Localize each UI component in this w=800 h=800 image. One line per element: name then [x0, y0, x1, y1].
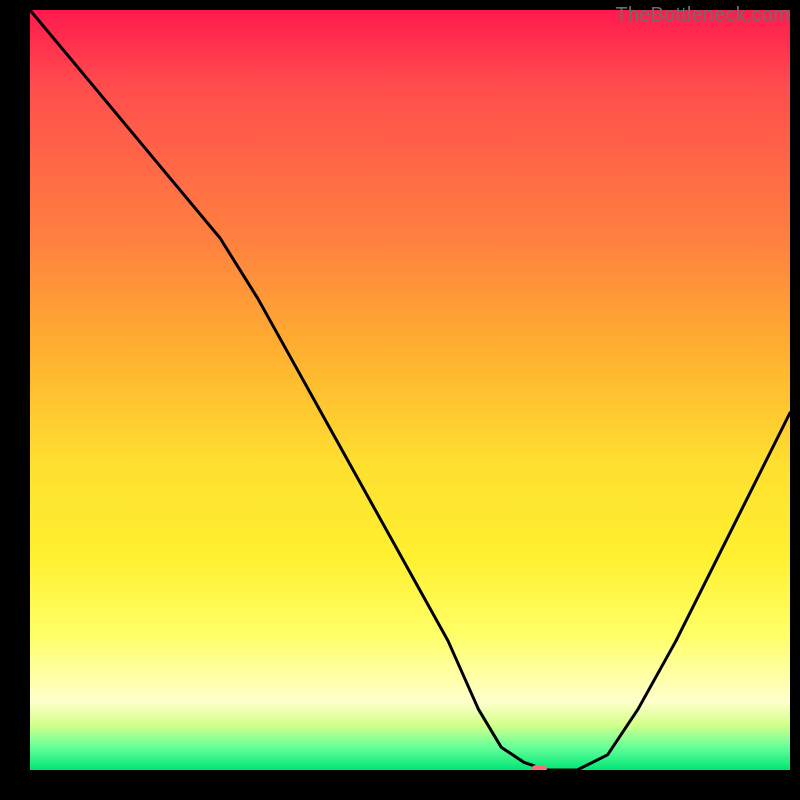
plot-area: [30, 10, 790, 770]
optimal-marker: [531, 765, 547, 770]
chart-frame: TheBottleneck.com: [0, 0, 800, 800]
bottleneck-curve: [30, 10, 790, 770]
watermark-text: TheBottleneck.com: [615, 4, 790, 27]
